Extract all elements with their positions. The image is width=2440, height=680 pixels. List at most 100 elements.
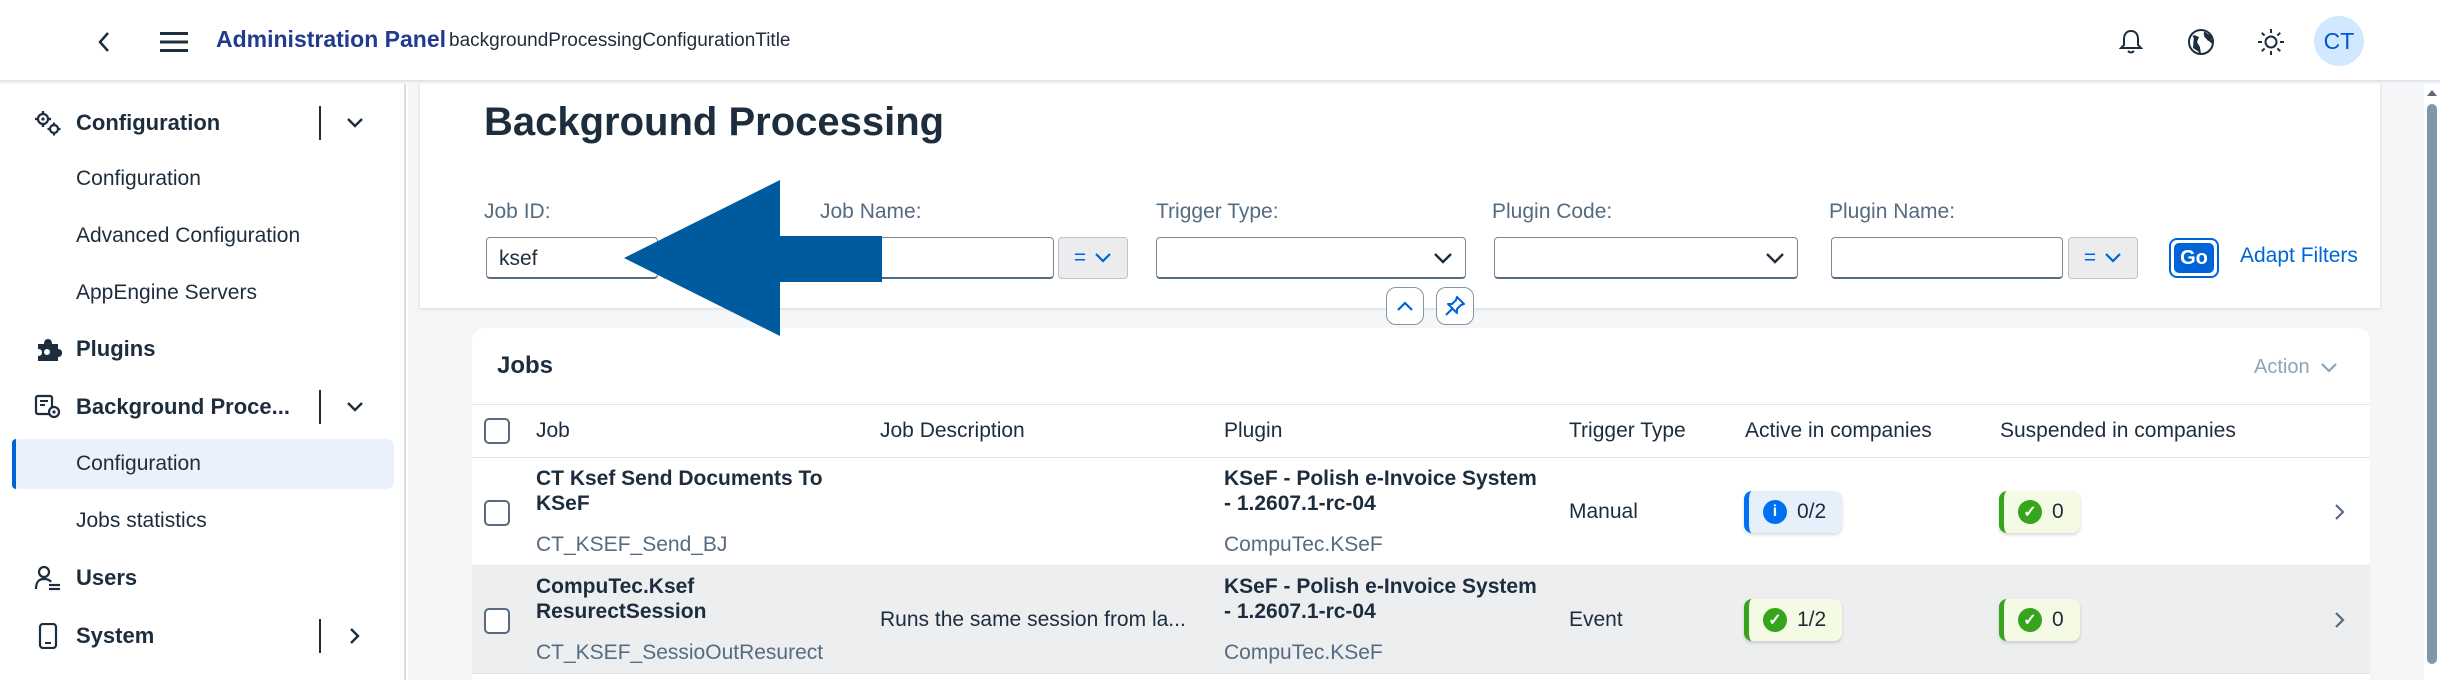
filter-header: Background Processing Job ID: ksef = Job… bbox=[420, 84, 2380, 325]
chevron-down-icon bbox=[1434, 252, 1452, 264]
nav-subitem-jobs-statistics[interactable]: Jobs statistics bbox=[12, 496, 394, 546]
nav-subitem-label: Jobs statistics bbox=[76, 509, 207, 532]
job-id-operator[interactable]: = bbox=[662, 237, 742, 279]
plugin-code: CompuTec.KSeF bbox=[1224, 533, 1383, 556]
table-header-row: Job Job Description Plugin Trigger Type … bbox=[472, 404, 2370, 458]
column-header-plugin[interactable]: Plugin bbox=[1224, 419, 1282, 443]
adapt-filters-link[interactable]: Adapt Filters bbox=[2240, 244, 2358, 268]
nav-item-users[interactable]: Users bbox=[0, 553, 406, 603]
go-button-label: Go bbox=[2174, 243, 2214, 273]
scrollbar-thumb[interactable] bbox=[2427, 104, 2437, 664]
pin-header-button[interactable] bbox=[1436, 287, 1474, 325]
notifications-button[interactable] bbox=[2109, 20, 2153, 64]
suspended-status-badge[interactable]: ✓ 0 bbox=[1999, 491, 2080, 533]
plugin-name: KSeF - Polish e-Invoice System - 1.2607.… bbox=[1224, 575, 1537, 623]
job-id: CT_KSEF_Send_BJ bbox=[536, 533, 728, 556]
bell-icon bbox=[2119, 29, 2143, 54]
nav-subitem-appengine-servers[interactable]: AppEngine Servers bbox=[12, 268, 394, 318]
column-header-trigger-type[interactable]: Trigger Type bbox=[1569, 419, 1686, 443]
hamburger-menu-icon bbox=[160, 32, 188, 52]
page-title: Background Processing bbox=[484, 100, 945, 144]
nav-item-system[interactable]: System bbox=[0, 611, 406, 661]
language-button[interactable] bbox=[2179, 20, 2223, 64]
nav-item-label: Plugins bbox=[76, 336, 156, 361]
chevron-right-icon[interactable] bbox=[340, 623, 370, 649]
select-all-checkbox[interactable] bbox=[484, 418, 510, 444]
active-status-badge[interactable]: i 0/2 bbox=[1744, 491, 1843, 533]
chevron-right-icon bbox=[2335, 612, 2345, 628]
separator bbox=[319, 619, 321, 653]
action-menu-button[interactable]: Action bbox=[2254, 356, 2338, 379]
row-checkbox[interactable] bbox=[484, 608, 510, 634]
table-row[interactable]: CT Ksef Send Documents To KSeF CT_KSEF_S… bbox=[472, 458, 2370, 566]
chevron-down-icon bbox=[1095, 253, 1111, 263]
suspended-status-badge[interactable]: ✓ 0 bbox=[1999, 599, 2080, 641]
column-header-description[interactable]: Job Description bbox=[880, 419, 1025, 443]
globe-icon bbox=[2188, 29, 2214, 55]
nav-subitem-configuration[interactable]: Configuration bbox=[12, 154, 394, 204]
plugin-name: KSeF - Polish e-Invoice System - 1.2607.… bbox=[1224, 467, 1537, 515]
table-row[interactable]: CompuTec.Ksef ResurectSession CT_KSEF_Se… bbox=[472, 566, 2370, 674]
nav-subitem-configuration-selected[interactable]: Configuration bbox=[12, 439, 394, 489]
row-navigation-arrow[interactable] bbox=[2330, 608, 2350, 632]
device-icon bbox=[34, 623, 62, 649]
table-title: Jobs bbox=[497, 352, 554, 379]
back-icon bbox=[98, 32, 109, 52]
nav-subitem-label: AppEngine Servers bbox=[76, 281, 257, 304]
operator-label: = bbox=[1073, 246, 1087, 269]
plugin-code: CompuTec.KSeF bbox=[1224, 641, 1383, 664]
user-avatar[interactable]: CT bbox=[2314, 16, 2364, 66]
plugin-code-label: Plugin Code: bbox=[1492, 200, 1613, 223]
active-status-badge[interactable]: ✓ 1/2 bbox=[1744, 599, 1843, 641]
jobs-table: Jobs Action Job Job Description Plugin T… bbox=[472, 328, 2370, 680]
plugin-name-operator[interactable]: = bbox=[2068, 237, 2138, 279]
job-name-input[interactable] bbox=[820, 237, 1054, 279]
check-icon: ✓ bbox=[2018, 608, 2042, 632]
sun-icon bbox=[2258, 29, 2284, 55]
go-button[interactable]: Go bbox=[2169, 238, 2219, 278]
job-name: CompuTec.Ksef ResurectSession bbox=[536, 575, 707, 623]
app-title[interactable]: Administration Panel bbox=[216, 26, 446, 53]
scroll-up-arrow[interactable] bbox=[2424, 86, 2440, 100]
row-navigation-arrow[interactable] bbox=[2330, 500, 2350, 524]
trigger-type-select[interactable] bbox=[1156, 237, 1466, 279]
column-header-active[interactable]: Active in companies bbox=[1745, 419, 1932, 443]
side-navigation: Configuration Configuration Advanced Con… bbox=[0, 84, 406, 680]
suspended-count: 0 bbox=[2052, 608, 2064, 631]
menu-button[interactable] bbox=[152, 22, 196, 62]
nav-item-label: Background Proce... bbox=[76, 394, 290, 419]
job-name-label: Job Name: bbox=[820, 200, 922, 223]
plugin-name-label: Plugin Name: bbox=[1829, 200, 1956, 223]
info-icon: i bbox=[1763, 500, 1787, 524]
nav-item-label: System bbox=[76, 623, 155, 648]
processing-icon bbox=[34, 394, 62, 420]
suspended-count: 0 bbox=[2052, 500, 2064, 523]
operator-label: = bbox=[695, 246, 709, 269]
nav-item-background-processing[interactable]: Background Proce... bbox=[0, 382, 406, 432]
job-id-label: Job ID: bbox=[484, 200, 551, 223]
plugin-name-input[interactable] bbox=[1831, 237, 2063, 279]
operator-label: = bbox=[2083, 246, 2097, 269]
job-id-input[interactable]: ksef bbox=[486, 237, 658, 279]
chevron-down-icon[interactable] bbox=[340, 110, 370, 136]
column-header-job[interactable]: Job bbox=[536, 419, 570, 443]
triangle-up-icon bbox=[2427, 90, 2437, 96]
nav-item-label: Users bbox=[76, 565, 138, 590]
back-button[interactable] bbox=[84, 22, 124, 62]
collapse-header-button[interactable] bbox=[1386, 287, 1424, 325]
check-icon: ✓ bbox=[2018, 500, 2042, 524]
nav-item-plugins[interactable]: Plugins bbox=[0, 324, 406, 374]
chevron-down-icon[interactable] bbox=[340, 394, 370, 420]
trigger-type: Event bbox=[1569, 608, 1623, 631]
plugin-code-select[interactable] bbox=[1494, 237, 1798, 279]
nav-subitem-advanced-configuration[interactable]: Advanced Configuration bbox=[12, 211, 394, 261]
job-name-operator[interactable]: = bbox=[1058, 237, 1128, 279]
row-checkbox[interactable] bbox=[484, 500, 510, 526]
nav-item-configuration[interactable]: Configuration bbox=[0, 98, 406, 148]
column-header-suspended[interactable]: Suspended in companies bbox=[2000, 419, 2236, 443]
theme-button[interactable] bbox=[2249, 20, 2293, 64]
shell-bar: Administration Panel backgroundProcessin… bbox=[0, 0, 2440, 82]
pin-icon bbox=[1445, 296, 1465, 316]
separator bbox=[319, 106, 321, 140]
job-id: CT_KSEF_SessioOutResurect bbox=[536, 641, 824, 664]
